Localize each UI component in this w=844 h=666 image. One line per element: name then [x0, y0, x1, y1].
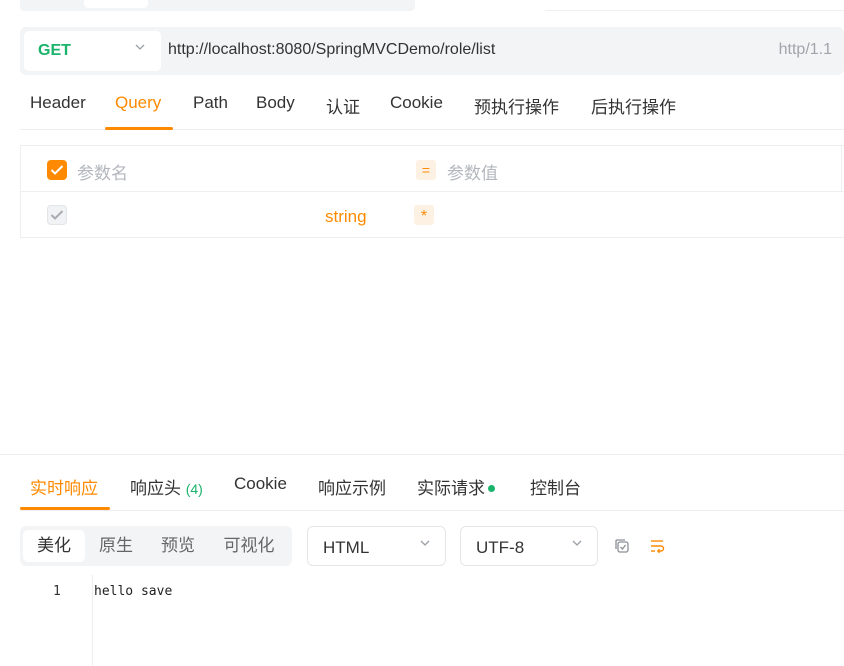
- required-badge: *: [414, 205, 434, 225]
- url-bar: GET http://localhost:8080/SpringMVCDemo/…: [20, 27, 844, 75]
- equals-badge: =: [416, 160, 436, 180]
- tab-response-headers-label: 响应头: [130, 479, 181, 498]
- tab-path[interactable]: Path: [193, 93, 228, 113]
- param-name-placeholder[interactable]: 参数名: [77, 159, 128, 184]
- encoding-select-value: UTF-8: [476, 538, 525, 557]
- column-divider: [841, 146, 842, 192]
- response-tabs: 实时响应 响应头 (4) Cookie 响应示例 实际请求 控制台: [20, 455, 844, 511]
- request-tabs: Header Query Path Body 认证 Cookie 预执行操作 后…: [20, 84, 844, 130]
- response-headers-count: (4): [185, 481, 203, 497]
- params-header-row: 参数名 = 参数值: [21, 146, 844, 192]
- view-mode-visualize[interactable]: 可视化: [212, 530, 286, 562]
- param-value-placeholder[interactable]: 参数值: [447, 159, 498, 184]
- url-input[interactable]: http://localhost:8080/SpringMVCDemo/role…: [168, 41, 495, 59]
- view-mode-pretty[interactable]: 美化: [23, 530, 85, 562]
- tab-auth[interactable]: 认证: [326, 93, 360, 118]
- row-checkbox[interactable]: [47, 205, 67, 225]
- format-select-value: HTML: [323, 538, 370, 557]
- tab-actual-request[interactable]: 实际请求: [417, 474, 495, 499]
- chevron-down-icon: [419, 537, 431, 552]
- tab-body[interactable]: Body: [256, 93, 295, 113]
- param-type[interactable]: string: [325, 207, 367, 227]
- chevron-down-icon: [571, 537, 583, 552]
- format-select[interactable]: HTML: [307, 526, 446, 566]
- tab-header[interactable]: Header: [30, 93, 86, 113]
- top-tab-strip: [20, 0, 415, 11]
- top-divider: [545, 10, 844, 11]
- copy-icon[interactable]: [613, 537, 631, 555]
- top-tab-active[interactable]: [84, 0, 148, 8]
- tab-query[interactable]: Query: [115, 93, 161, 113]
- active-response-tab-indicator: [20, 507, 110, 510]
- tab-actual-request-label: 实际请求: [417, 479, 485, 498]
- view-mode-switch: 美化 原生 预览 可视化: [20, 526, 292, 566]
- tab-response-example[interactable]: 响应示例: [318, 474, 386, 499]
- tab-response-headers[interactable]: 响应头 (4): [130, 474, 203, 499]
- tab-response-cookie[interactable]: Cookie: [234, 474, 287, 494]
- select-all-checkbox[interactable]: [47, 160, 67, 180]
- tab-pre-request[interactable]: 预执行操作: [474, 93, 559, 118]
- tab-console[interactable]: 控制台: [530, 474, 581, 499]
- response-body-text: hello save: [94, 584, 173, 599]
- view-mode-preview[interactable]: 预览: [147, 530, 209, 562]
- tab-post-request[interactable]: 后执行操作: [591, 93, 676, 118]
- status-dot-icon: [488, 485, 495, 493]
- tab-live-response[interactable]: 实时响应: [30, 474, 98, 499]
- view-mode-raw[interactable]: 原生: [85, 530, 147, 562]
- gutter-divider: [92, 575, 93, 666]
- method-label: GET: [38, 42, 71, 59]
- http-version-label[interactable]: http/1.1: [779, 41, 832, 59]
- encoding-select[interactable]: UTF-8: [460, 526, 598, 566]
- tab-cookie[interactable]: Cookie: [390, 93, 443, 113]
- query-params-table: 参数名 = 参数值 string *: [20, 145, 844, 238]
- line-number: 1: [53, 584, 61, 599]
- active-tab-indicator: [105, 127, 173, 130]
- word-wrap-icon[interactable]: [648, 537, 666, 555]
- method-select[interactable]: GET: [24, 31, 161, 71]
- response-body-viewer[interactable]: 1 hello save: [0, 575, 844, 666]
- chevron-down-icon: [134, 41, 146, 56]
